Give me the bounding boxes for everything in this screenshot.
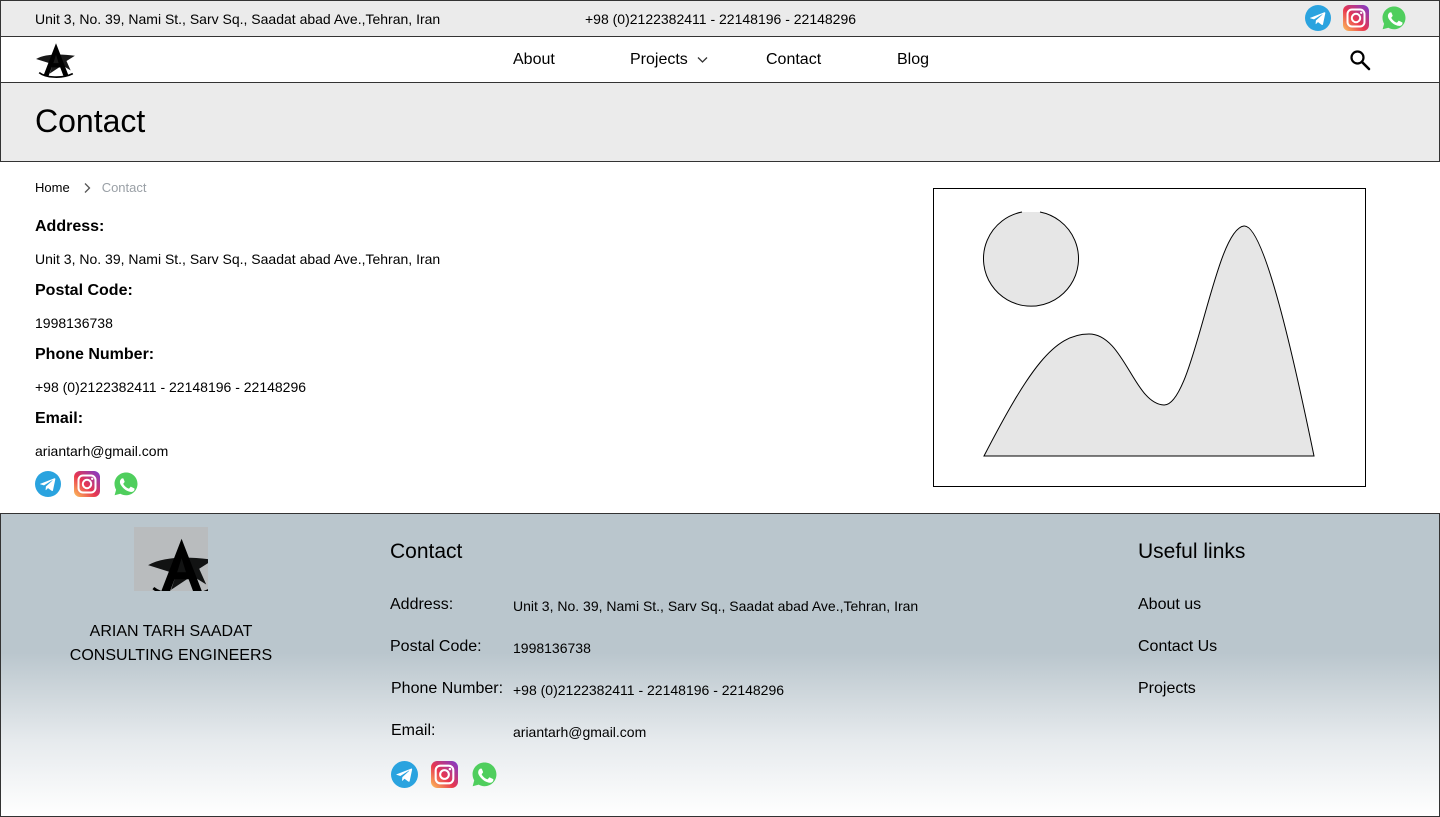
contact-socials (35, 471, 139, 497)
postal-code-value: 1998136738 (35, 315, 113, 331)
footer-address-value: Unit 3, No. 39, Nami St., Sarv Sq., Saad… (513, 598, 919, 614)
telegram-icon[interactable] (1305, 5, 1331, 31)
whatsapp-icon[interactable] (1381, 5, 1407, 31)
footer: ARIAN TARH SAADAT CONSULTING ENGINEERS C… (0, 513, 1440, 817)
topbar-address: Unit 3, No. 39, Nami St., Sarv Sq., Saad… (35, 11, 441, 27)
chevron-right-icon (84, 182, 91, 193)
footer-phone-label: Phone Number: (391, 680, 504, 697)
topbar-phone: +98 (0)2122382411 - 22148196 - 22148296 (585, 11, 857, 27)
telegram-icon[interactable] (391, 761, 418, 788)
footer-address-label: Address: (390, 596, 454, 613)
footer-socials (391, 761, 498, 788)
email-label: Email: (35, 410, 84, 427)
instagram-icon[interactable] (1343, 5, 1369, 31)
chevron-down-icon[interactable] (697, 56, 708, 64)
logo-icon[interactable] (35, 41, 77, 79)
footer-link-contact-us[interactable]: Contact Us (1138, 638, 1217, 656)
phone-label: Phone Number: (35, 346, 155, 363)
image-placeholder-icon (983, 211, 1315, 457)
breadcrumb: Home Contact (35, 180, 147, 195)
footer-logo[interactable] (134, 527, 208, 591)
footer-contact-heading: Contact (390, 540, 463, 563)
footer-email-value[interactable]: ariantarh@gmail.com (513, 724, 646, 740)
breadcrumb-current: Contact (101, 180, 147, 195)
search-icon[interactable] (1349, 49, 1371, 71)
page-title: Contact (35, 103, 146, 139)
address-label: Address: (35, 218, 105, 235)
nav-about[interactable]: About (513, 51, 555, 69)
footer-link-projects[interactable]: Projects (1138, 680, 1196, 698)
breadcrumb-home[interactable]: Home (35, 180, 70, 195)
footer-phone-value: +98 (0)2122382411 - 22148196 - 22148296 (513, 682, 785, 698)
main-navbar: About Projects Contact Blog (0, 37, 1440, 83)
footer-email-label: Email: (391, 722, 436, 739)
topbar-socials (1305, 5, 1407, 31)
nav-projects[interactable]: Projects (630, 51, 688, 69)
image-placeholder (933, 188, 1366, 487)
company-name-line1: ARIAN TARH SAADAT (89, 623, 253, 640)
logo-icon (134, 527, 208, 591)
nav-contact[interactable]: Contact (766, 51, 821, 69)
whatsapp-icon[interactable] (471, 761, 498, 788)
page-title-banner: Contact (0, 83, 1440, 162)
top-info-bar: Unit 3, No. 39, Nami St., Sarv Sq., Saad… (0, 0, 1440, 37)
instagram-icon[interactable] (431, 761, 458, 788)
postal-code-label: Postal Code: (35, 282, 133, 299)
address-value: Unit 3, No. 39, Nami St., Sarv Sq., Saad… (35, 251, 441, 267)
telegram-icon[interactable] (35, 471, 61, 497)
instagram-icon[interactable] (74, 471, 100, 497)
whatsapp-icon[interactable] (113, 471, 139, 497)
company-name-line2: CONSULTING ENGINEERS (69, 647, 273, 664)
footer-links-heading: Useful links (1138, 540, 1246, 563)
company-name: ARIAN TARH SAADAT CONSULTING ENGINEERS (61, 620, 281, 668)
footer-postal-label: Postal Code: (390, 638, 482, 655)
footer-link-about-us[interactable]: About us (1138, 596, 1201, 614)
nav-blog[interactable]: Blog (897, 51, 929, 69)
email-value[interactable]: ariantarh@gmail.com (35, 443, 168, 459)
footer-postal-value: 1998136738 (513, 640, 591, 656)
phone-value: +98 (0)2122382411 - 22148196 - 22148296 (35, 379, 307, 395)
